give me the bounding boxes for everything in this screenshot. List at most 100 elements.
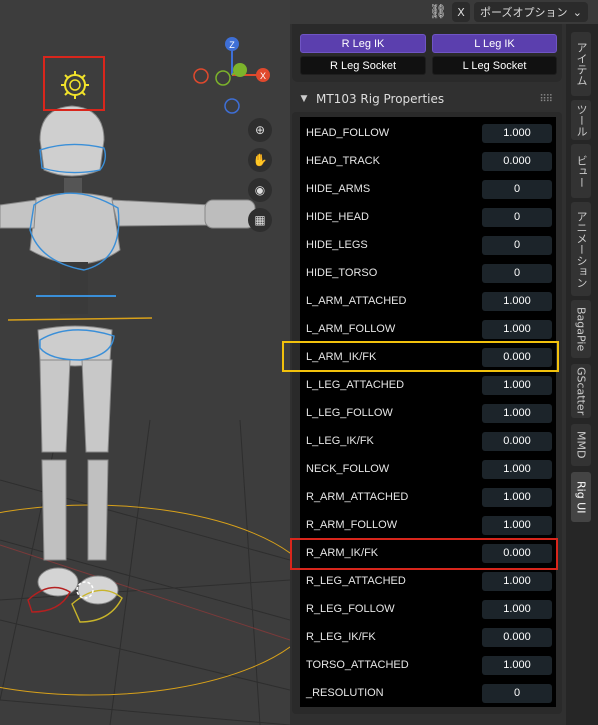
rig-property-row: L_ARM_FOLLOW 1.000 [300, 315, 556, 343]
rig-property-row: TORSO_ATTACHED 1.000 [300, 651, 556, 679]
rig-property-label: _RESOLUTION [306, 687, 384, 699]
rig-property-value-field[interactable]: 0.000 [482, 347, 552, 367]
rig-property-label: L_LEG_FOLLOW [306, 407, 393, 419]
rig-property-value-field[interactable]: 1.000 [482, 571, 552, 591]
rig-property-value-field[interactable]: 0 [482, 235, 552, 255]
navigation-gizmo[interactable]: Z X [193, 37, 270, 114]
rig-property-row: HEAD_FOLLOW 1.000 [300, 119, 556, 147]
rig-property-label: R_ARM_FOLLOW [306, 519, 398, 531]
zoom-icon[interactable]: ⊕ [248, 118, 272, 142]
rig-property-label: R_ARM_IK/FK [306, 547, 379, 559]
camera-icon[interactable]: ◉ [248, 178, 272, 202]
rig-property-row: HIDE_TORSO 0 [300, 259, 556, 287]
rig-property-value-field[interactable]: 1.000 [482, 375, 552, 395]
rig-property-label: L_ARM_ATTACHED [306, 295, 407, 307]
sidebar-tab-label: Rig UI [574, 480, 588, 514]
rig-property-value-field[interactable]: 1.000 [482, 487, 552, 507]
sidebar-tab[interactable]: BagaPie [571, 300, 591, 358]
rig-property-label: R_LEG_IK/FK [306, 631, 376, 643]
rig-property-row: HIDE_ARMS 0 [300, 175, 556, 203]
viewport-scene[interactable]: Z X [0, 0, 290, 725]
sidebar-tab-label: ビュー [575, 154, 588, 188]
snap-icon[interactable]: ⛓ [428, 2, 448, 22]
rig-property-row: R_LEG_FOLLOW 1.000 [300, 595, 556, 623]
rig-property-value-field[interactable]: 1.000 [482, 515, 552, 535]
rig-property-label: L_ARM_FOLLOW [306, 323, 396, 335]
rig-property-value-field[interactable]: 0 [482, 179, 552, 199]
hand-pan-icon[interactable]: ✋ [248, 148, 272, 172]
sidebar-tab[interactable]: ツール [571, 100, 591, 140]
sidebar-tab[interactable]: アイテム [571, 32, 591, 96]
sidebar-tab-label: MMD [574, 431, 588, 459]
rig-property-label: HIDE_TORSO [306, 267, 378, 279]
rig-property-row: HIDE_LEGS 0 [300, 231, 556, 259]
rig-property-row: L_LEG_ATTACHED 1.000 [300, 371, 556, 399]
sidebar-tab[interactable]: Rig UI [571, 472, 591, 522]
rig-property-row: _RESOLUTION 0 [300, 679, 556, 707]
rig-property-row: HEAD_TRACK 0.000 [300, 147, 556, 175]
rig-property-value-field[interactable]: 1.000 [482, 655, 552, 675]
rig-property-row: R_ARM_IK/FK 0.000 [300, 539, 556, 567]
rig-property-value-field[interactable]: 0.000 [482, 627, 552, 647]
chevron-down-icon: ⌄ [572, 5, 582, 19]
rig-property-value-field[interactable]: 1.000 [482, 319, 552, 339]
3d-viewport[interactable]: Z X ⊕ ✋ ◉ ▦ [0, 0, 290, 725]
pose-options-label: ポーズオプション [480, 6, 568, 19]
header-bar: ⛓ X ポーズオプション ⌄ [424, 0, 598, 24]
sidebar-tab-label: アイテム [575, 42, 588, 86]
grid-ortho-icon[interactable]: ▦ [248, 208, 272, 232]
rig-property-label: L_LEG_ATTACHED [306, 379, 405, 391]
rig-property-row: L_ARM_IK/FK 0.000 [300, 343, 556, 371]
rig-property-value-field[interactable]: 1.000 [482, 291, 552, 311]
rig-property-label: L_LEG_IK/FK [306, 435, 374, 447]
sidebar-tab-label: BagaPie [574, 306, 588, 352]
rig-property-value-field[interactable]: 0 [482, 207, 552, 227]
rig-property-value-field[interactable]: 0.000 [482, 543, 552, 563]
sidebar-tab-label: GScatter [574, 366, 588, 416]
r-leg-socket-button[interactable]: R Leg Socket [300, 56, 426, 75]
rig-property-value-field[interactable]: 1.000 [482, 403, 552, 423]
rig-property-value-field[interactable]: 1.000 [482, 459, 552, 479]
sidebar-tab[interactable]: GScatter [571, 364, 591, 418]
rig-property-row: R_ARM_ATTACHED 1.000 [300, 483, 556, 511]
rig-property-label: HIDE_HEAD [306, 211, 369, 223]
l-leg-ik-button[interactable]: L Leg IK [432, 34, 557, 53]
rig-property-label: L_ARM_IK/FK [306, 351, 377, 363]
head-gear-control[interactable] [61, 71, 89, 99]
sidebar-tab-label: アニメーション [575, 210, 588, 288]
rig-property-value-field[interactable]: 1.000 [482, 599, 552, 619]
drag-grip-icon[interactable]: ⠿⠿ [539, 94, 553, 105]
rig-properties-header[interactable]: ▼ MT103 Rig Properties ⠿⠿ [292, 88, 562, 110]
chevron-down-icon[interactable]: ▼ [296, 94, 312, 104]
rig-property-value-field[interactable]: 1.000 [482, 123, 552, 143]
rig-property-row: R_ARM_FOLLOW 1.000 [300, 511, 556, 539]
x-mirror-button[interactable]: X [452, 2, 470, 22]
rig-properties-list: HEAD_FOLLOW 1.000 HEAD_TRACK 0.000 HIDE_ARMS… [300, 117, 556, 707]
rig-property-label: NECK_FOLLOW [306, 463, 390, 475]
pose-options-dropdown[interactable]: ポーズオプション ⌄ [474, 2, 588, 22]
rig-property-value-field[interactable]: 0.000 [482, 431, 552, 451]
rig-property-value-field[interactable]: 0.000 [482, 151, 552, 171]
rig-property-label: TORSO_ATTACHED [306, 659, 409, 671]
root-control[interactable] [7, 317, 153, 321]
rig-property-label: HEAD_TRACK [306, 155, 380, 167]
sidebar-panel: R Leg IK L Leg IK R Leg Socket L Leg Soc… [290, 24, 566, 725]
sidebar-tab[interactable]: MMD [571, 424, 591, 466]
sidebar-tab[interactable]: ビュー [571, 144, 591, 198]
rig-property-label: HEAD_FOLLOW [306, 127, 390, 139]
rig-property-row: NECK_FOLLOW 1.000 [300, 455, 556, 483]
rig-property-label: R_LEG_FOLLOW [306, 603, 395, 615]
rig-property-value-field[interactable]: 0 [482, 263, 552, 283]
sidebar-tab[interactable]: アニメーション [571, 202, 591, 296]
l-leg-socket-button[interactable]: L Leg Socket [432, 56, 557, 75]
robot-model[interactable] [0, 105, 256, 605]
rig-property-value-field[interactable]: 0 [482, 683, 552, 703]
sidebar-tab-label: ツール [575, 103, 588, 137]
gizmo-x-label: X [260, 71, 266, 81]
r-leg-ik-button[interactable]: R Leg IK [300, 34, 426, 53]
rig-properties-box: HEAD_FOLLOW 1.000 HEAD_TRACK 0.000 HIDE_ARMS… [292, 112, 562, 714]
rig-property-label: HIDE_ARMS [306, 183, 371, 195]
rig-property-row: L_LEG_IK/FK 0.000 [300, 427, 556, 455]
gizmo-z-label: Z [229, 40, 235, 50]
leg-controls-box: R Leg IK L Leg IK R Leg Socket L Leg Soc… [292, 24, 562, 82]
